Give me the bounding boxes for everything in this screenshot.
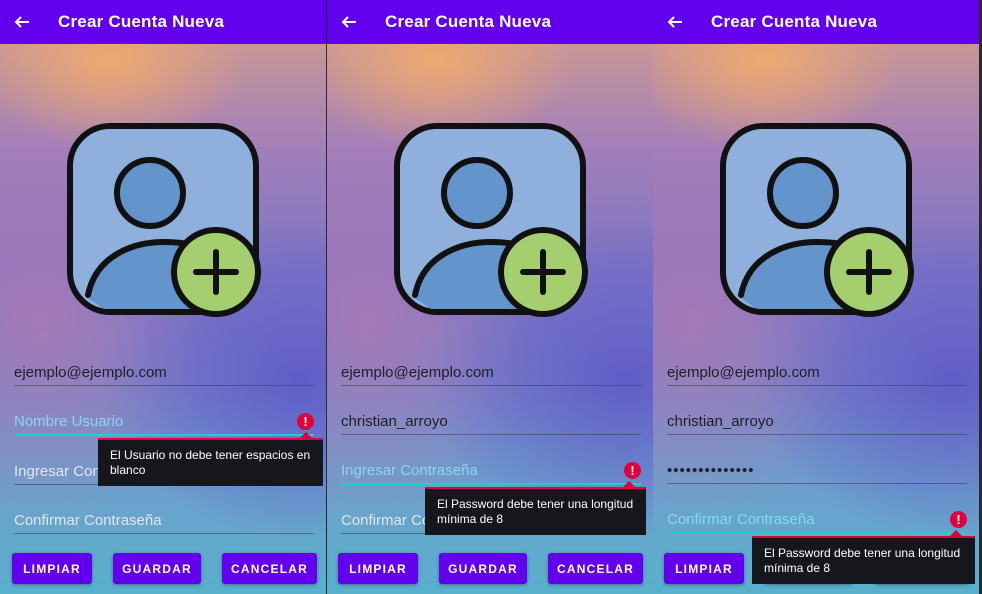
clear-button[interactable]: LIMPIAR (338, 553, 418, 584)
username-value: christian_arroyo (667, 413, 774, 430)
confirm-password-placeholder: Confirmar Contraseña (14, 512, 162, 529)
email-value: ejemplo@ejemplo.com (14, 364, 167, 381)
save-button[interactable]: GUARDAR (113, 553, 201, 584)
confirm-password-field[interactable]: Confirmar Contraseña ! (667, 502, 967, 534)
email-value: ejemplo@ejemplo.com (341, 364, 494, 381)
email-field[interactable]: ejemplo@ejemplo.com (14, 355, 314, 386)
save-button[interactable]: GUARDAR (439, 553, 527, 584)
page-title: Crear Cuenta Nueva (711, 12, 878, 31)
add-user-icon[interactable] (717, 120, 917, 320)
password-placeholder: Ingresar Contraseña (341, 462, 478, 479)
screen-3: Crear Cuenta Nueva ejemplo@ejemplo.com c… (653, 0, 979, 594)
error-icon[interactable]: ! (950, 511, 967, 528)
clear-button[interactable]: LIMPIAR (12, 553, 92, 584)
email-field[interactable]: ejemplo@ejemplo.com (341, 355, 641, 386)
error-tooltip-text: El Usuario no debe tener espacios en bla… (110, 448, 311, 477)
confirm-password-field[interactable]: Confirmar Contraseña (14, 503, 314, 534)
password-field[interactable]: Ingresar Contraseña ! (341, 453, 641, 485)
error-icon[interactable]: ! (297, 413, 314, 430)
error-icon[interactable]: ! (624, 462, 641, 479)
email-field[interactable]: ejemplo@ejemplo.com (667, 355, 967, 386)
username-placeholder: Nombre Usuario (14, 413, 124, 430)
cancel-button[interactable]: CANCELAR (222, 553, 317, 584)
clear-button[interactable]: LIMPIAR (664, 553, 744, 584)
page-title: Crear Cuenta Nueva (385, 12, 552, 31)
error-tooltip: El Password debe tener una longitud míni… (752, 530, 975, 584)
email-value: ejemplo@ejemplo.com (667, 364, 820, 381)
screen-2: Crear Cuenta Nueva ejemplo@ejemplo.com c… (327, 0, 653, 594)
error-tooltip: El Password debe tener una longitud míni… (425, 481, 646, 535)
confirm-password-placeholder: Confirmar Co (341, 512, 431, 529)
password-field[interactable]: •••••••••••••• (667, 453, 967, 484)
username-field[interactable]: christian_arroyo (341, 404, 641, 435)
arrow-back-icon[interactable] (0, 0, 44, 44)
password-value: •••••••••••••• (667, 462, 755, 479)
error-tooltip: El Usuario no debe tener espacios en bla… (98, 432, 323, 486)
add-user-icon[interactable] (64, 120, 264, 320)
app-bar: Crear Cuenta Nueva (327, 0, 653, 44)
password-placeholder: Ingresar Con (14, 463, 101, 480)
confirm-password-placeholder: Confirmar Contraseña (667, 511, 815, 528)
app-bar: Crear Cuenta Nueva (0, 0, 326, 44)
arrow-back-icon[interactable] (653, 0, 697, 44)
error-tooltip-text: El Password debe tener una longitud míni… (764, 546, 961, 575)
app-bar: Crear Cuenta Nueva (653, 0, 979, 44)
screen-1: Crear Cuenta Nueva ejemplo@ejemplo.com N… (0, 0, 326, 594)
username-value: christian_arroyo (341, 413, 448, 430)
username-field[interactable]: Nombre Usuario ! (14, 404, 314, 436)
add-user-icon[interactable] (391, 120, 591, 320)
page-title: Crear Cuenta Nueva (58, 12, 225, 31)
error-tooltip-text: El Password debe tener una longitud míni… (437, 497, 634, 526)
username-field[interactable]: christian_arroyo (667, 404, 967, 435)
arrow-back-icon[interactable] (327, 0, 371, 44)
cancel-button[interactable]: CANCELAR (548, 553, 643, 584)
screenshots-row: Crear Cuenta Nueva ejemplo@ejemplo.com N… (0, 0, 982, 594)
